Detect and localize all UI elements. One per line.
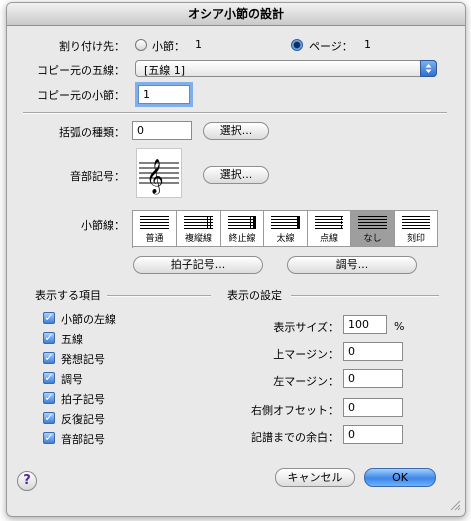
show-time-signature-checkbox[interactable]: ✓: [43, 392, 55, 404]
separator: [291, 295, 439, 297]
dialog-window: オシア小節の設計 割り付け先： 小節： 1 ページ： 1 コピー元の五線： [五…: [6, 2, 466, 517]
barline-normal[interactable]: 普通: [133, 211, 177, 246]
barline-double[interactable]: 複縦線: [177, 211, 221, 246]
page-value: 1: [364, 38, 371, 51]
clef-preview: 𝄞: [136, 148, 182, 198]
svg-text:𝄞: 𝄞: [146, 159, 164, 195]
checkbox-label: 調号: [61, 373, 83, 386]
barline-option-label: なし: [363, 234, 382, 244]
ok-button[interactable]: OK: [364, 468, 436, 487]
show-expressions-checkbox[interactable]: ✓: [43, 352, 55, 364]
top-margin-field[interactable]: 0: [343, 342, 403, 361]
barline-tick[interactable]: 刻印: [395, 211, 438, 246]
checkbox-label: 発想記号: [61, 353, 105, 366]
checkbox-label: 音部記号: [61, 433, 105, 446]
barline-option-label: 点線: [319, 234, 338, 244]
barline-selector: 普通 複縦線 終止線 太線 点線 なし 刻印: [132, 210, 438, 248]
separator: [23, 112, 447, 114]
source-staff-label: コピー元の五線：: [37, 64, 125, 77]
left-margin-label: 左マージン：: [273, 375, 339, 388]
page-radio-label: ページ：: [309, 40, 353, 53]
cancel-button[interactable]: キャンセル: [275, 468, 355, 487]
source-staff-value: [五線 1]: [144, 64, 186, 77]
display-settings-header: 表示の設定: [227, 289, 282, 302]
barline-label: 小節線：: [81, 219, 125, 232]
measure-radio[interactable]: [135, 39, 147, 51]
size-field[interactable]: 100: [343, 315, 387, 334]
assign-label: 割り付け先：: [59, 40, 125, 53]
barline-final[interactable]: 終止線: [221, 211, 264, 246]
staff-margin-label: 記譜までの余白：: [251, 431, 339, 444]
page-radio[interactable]: [291, 39, 303, 51]
checkbox-label: 反復記号: [61, 413, 105, 426]
size-unit: %: [394, 320, 405, 333]
separator: [107, 295, 211, 297]
left-margin-field[interactable]: 0: [343, 369, 403, 388]
show-items-header: 表示する項目: [35, 289, 101, 302]
barline-option-label: 刻印: [406, 234, 425, 244]
checkbox-label: 五線: [61, 333, 83, 346]
barline-option-label: 普通: [145, 234, 164, 244]
show-repeats-checkbox[interactable]: ✓: [43, 412, 55, 424]
clef-label: 音部記号：: [70, 170, 125, 183]
size-label: 表示サイズ：: [273, 321, 339, 334]
treble-clef-icon: 𝄞: [139, 159, 179, 195]
right-offset-label: 右側オフセット：: [251, 404, 339, 417]
barline-option-label: 複縦線: [184, 234, 212, 244]
show-staff-checkbox[interactable]: ✓: [43, 332, 55, 344]
barline-option-label: 終止線: [228, 234, 256, 244]
bracket-label: 括弧の種類：: [59, 126, 125, 139]
source-measure-label: コピー元の小節：: [37, 89, 125, 102]
staff-margin-field[interactable]: 0: [343, 425, 403, 444]
help-icon[interactable]: ?: [17, 471, 37, 491]
time-signature-button[interactable]: 拍子記号...: [133, 256, 263, 274]
measure-value: 1: [195, 38, 202, 51]
barline-option-label: 太線: [276, 234, 295, 244]
show-key-signature-checkbox[interactable]: ✓: [43, 372, 55, 384]
popup-arrows-icon: [420, 60, 437, 77]
barline-none[interactable]: なし: [351, 211, 395, 246]
key-signature-button[interactable]: 調号...: [287, 256, 417, 274]
checkbox-label: 拍子記号: [61, 393, 105, 406]
window-title: オシア小節の設計: [7, 3, 465, 26]
top-margin-label: 上マージン：: [273, 348, 339, 361]
checkbox-label: 小節の左線: [61, 313, 116, 326]
bracket-select-button[interactable]: 選択...: [203, 122, 269, 140]
show-clef-checkbox[interactable]: ✓: [43, 432, 55, 444]
clef-select-button[interactable]: 選択...: [203, 166, 269, 184]
source-staff-popup[interactable]: [五線 1]: [135, 60, 437, 77]
show-left-barline-checkbox[interactable]: ✓: [43, 312, 55, 324]
resize-grip-icon[interactable]: [449, 499, 461, 511]
right-offset-field[interactable]: 0: [343, 398, 403, 417]
barline-thick[interactable]: 太線: [264, 211, 308, 246]
barline-dashed[interactable]: 点線: [308, 211, 351, 246]
source-measure-field[interactable]: 1: [138, 85, 190, 104]
measure-radio-label: 小節：: [152, 40, 185, 53]
bracket-field[interactable]: 0: [132, 121, 192, 140]
